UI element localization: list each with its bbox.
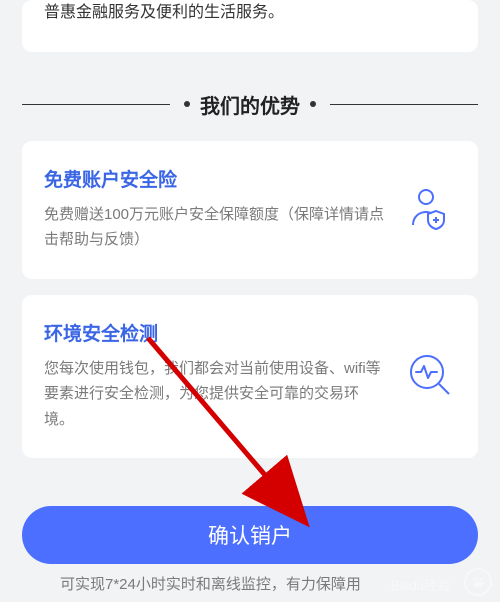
feature-desc: 您每次使用钱包，我们都会对当前使用设备、wifi等要素进行安全检测，为您提供安全… (44, 356, 388, 433)
user-shield-icon (404, 183, 456, 235)
section-title-text: 我们的优势 (200, 90, 300, 119)
feature-card-account-insurance: 免费账户安全险 免费赠送100万元账户安全保障额度（保障详情请点击帮助与反馈） (22, 141, 478, 279)
paw-icon (464, 568, 492, 596)
confirm-close-account-button[interactable]: 确认销户 (22, 506, 478, 564)
section-heading: 我们的优势 (22, 90, 478, 119)
feature-text: 环境安全检测 您每次使用钱包，我们都会对当前使用设备、wifi等要素进行安全检测… (44, 319, 388, 433)
dot-left (184, 101, 190, 107)
intro-text: 普惠金融服务及便利的生活服务。 (44, 0, 456, 26)
divider-left (22, 104, 170, 105)
intro-card: 普惠金融服务及便利的生活服务。 (22, 0, 478, 52)
divider-right (330, 104, 478, 105)
watermark-text: Baidu经验 (391, 575, 450, 594)
feature-text: 免费账户安全险 免费赠送100万元账户安全保障额度（保障详情请点击帮助与反馈） (44, 165, 388, 253)
activity-search-icon (404, 349, 456, 401)
dot-right (310, 101, 316, 107)
heading-center: 我们的优势 (184, 90, 316, 119)
confirm-button-label: 确认销户 (208, 520, 292, 550)
baidu-watermark: Baidu经验 (464, 568, 492, 596)
feature-title: 免费账户安全险 (44, 165, 388, 192)
feature-card-env-detection: 环境安全检测 您每次使用钱包，我们都会对当前使用设备、wifi等要素进行安全检测… (22, 295, 478, 459)
feature-title: 环境安全检测 (44, 319, 388, 346)
feature-desc: 免费赠送100万元账户安全保障额度（保障详情请点击帮助与反馈） (44, 202, 388, 253)
